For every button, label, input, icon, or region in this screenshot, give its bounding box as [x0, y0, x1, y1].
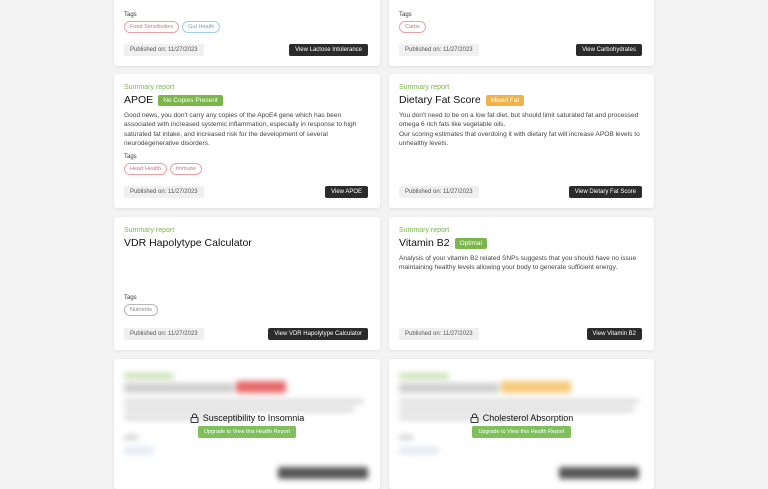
report-title: VDR Hapolytype Calculator	[124, 237, 252, 249]
report-card-dietary-fat: Summary report Dietary Fat Score Mixed F…	[389, 74, 654, 208]
tags-label: Tags	[124, 153, 137, 160]
report-card-vdr: Summary report VDR Hapolytype Calculator…	[114, 217, 380, 350]
view-lactose-intolerance-button[interactable]: View Lactose Intolerance	[289, 44, 368, 56]
locked-report-title: Susceptibility to Insomnia	[202, 413, 305, 423]
report-card-lactose: Tags Food Sensitivities Gut Health Publi…	[114, 0, 380, 66]
locked-report-card-insomnia: Susceptibility to Insomnia Upgrade to Vi…	[114, 359, 380, 489]
view-dietary-fat-score-button[interactable]: View Dietary Fat Score	[568, 186, 642, 198]
tags-label: Tags	[124, 295, 137, 301]
tag-list: Carbs	[399, 21, 642, 33]
tag: Nutrients	[124, 304, 159, 316]
published-date: Published on: 11/27/2023	[124, 186, 204, 198]
view-carbohydrates-button[interactable]: View Carbohydrates	[576, 44, 642, 56]
tag: Gut Health	[182, 21, 221, 33]
tag: Carbs	[399, 21, 426, 33]
status-badge: No Copies Present	[158, 94, 223, 106]
report-card-carbohydrates: Tags Carbs Published on: 11/27/2023 View…	[389, 0, 654, 66]
report-description: You don't need to be on a low fat diet, …	[399, 112, 640, 148]
report-card-apoe: Summary report APOE No Copies Present Go…	[114, 74, 380, 208]
tag-list: Heart Health Immune	[124, 162, 368, 175]
status-badge: Mixed Fat	[485, 94, 525, 106]
report-title: APOE	[124, 94, 154, 106]
report-description: Analysis of your vitamin B2 related SNPs…	[399, 255, 637, 272]
lock-icon	[190, 413, 199, 423]
reports-grid: Tags Food Sensitivities Gut Health Publi…	[0, 0, 768, 489]
report-card-vitamin-b2: Summary report Vitamin B2 Optimal Analys…	[389, 217, 654, 350]
tag: Heart Health	[124, 162, 167, 175]
locked-report-title: Cholesterol Absorption	[482, 413, 574, 423]
locked-report-card-cholesterol: Cholesterol Absorption Upgrade to View t…	[389, 359, 654, 489]
view-vitamin-b2-button[interactable]: View Vitamin B2	[586, 328, 642, 340]
summary-label: Summary report	[399, 227, 450, 234]
view-apoe-button[interactable]: View APOE	[325, 186, 368, 198]
view-vdr-hapolytype-calculator-button[interactable]: View VDR Hapolytype Calculator	[268, 328, 368, 340]
tags-label: Tags	[399, 12, 412, 18]
lock-icon	[470, 413, 479, 423]
summary-label: Summary report	[124, 227, 175, 234]
published-date: Published on: 11/27/2023	[399, 186, 479, 198]
report-title: Vitamin B2	[399, 237, 450, 249]
summary-label: Summary report	[124, 84, 175, 91]
tag: Food Sensitivities	[124, 21, 180, 33]
published-date: Published on: 11/27/2023	[399, 44, 479, 56]
upgrade-button[interactable]: Upgrade to View this Health Report	[197, 426, 297, 438]
tag-list: Nutrients	[124, 304, 368, 316]
published-date: Published on: 11/27/2023	[399, 328, 479, 340]
tag: Immune	[169, 162, 202, 175]
status-badge: Optimal	[454, 237, 487, 249]
tag-list: Food Sensitivities Gut Health	[124, 21, 368, 33]
report-title: Dietary Fat Score	[399, 94, 481, 106]
report-description: Good news, you don't carry any copies of…	[124, 112, 357, 148]
summary-label: Summary report	[399, 84, 450, 91]
published-date: Published on: 11/27/2023	[124, 44, 204, 56]
tags-label: Tags	[124, 12, 137, 18]
upgrade-button[interactable]: Upgrade to View this Health Report	[472, 426, 571, 438]
published-date: Published on: 11/27/2023	[124, 328, 204, 340]
